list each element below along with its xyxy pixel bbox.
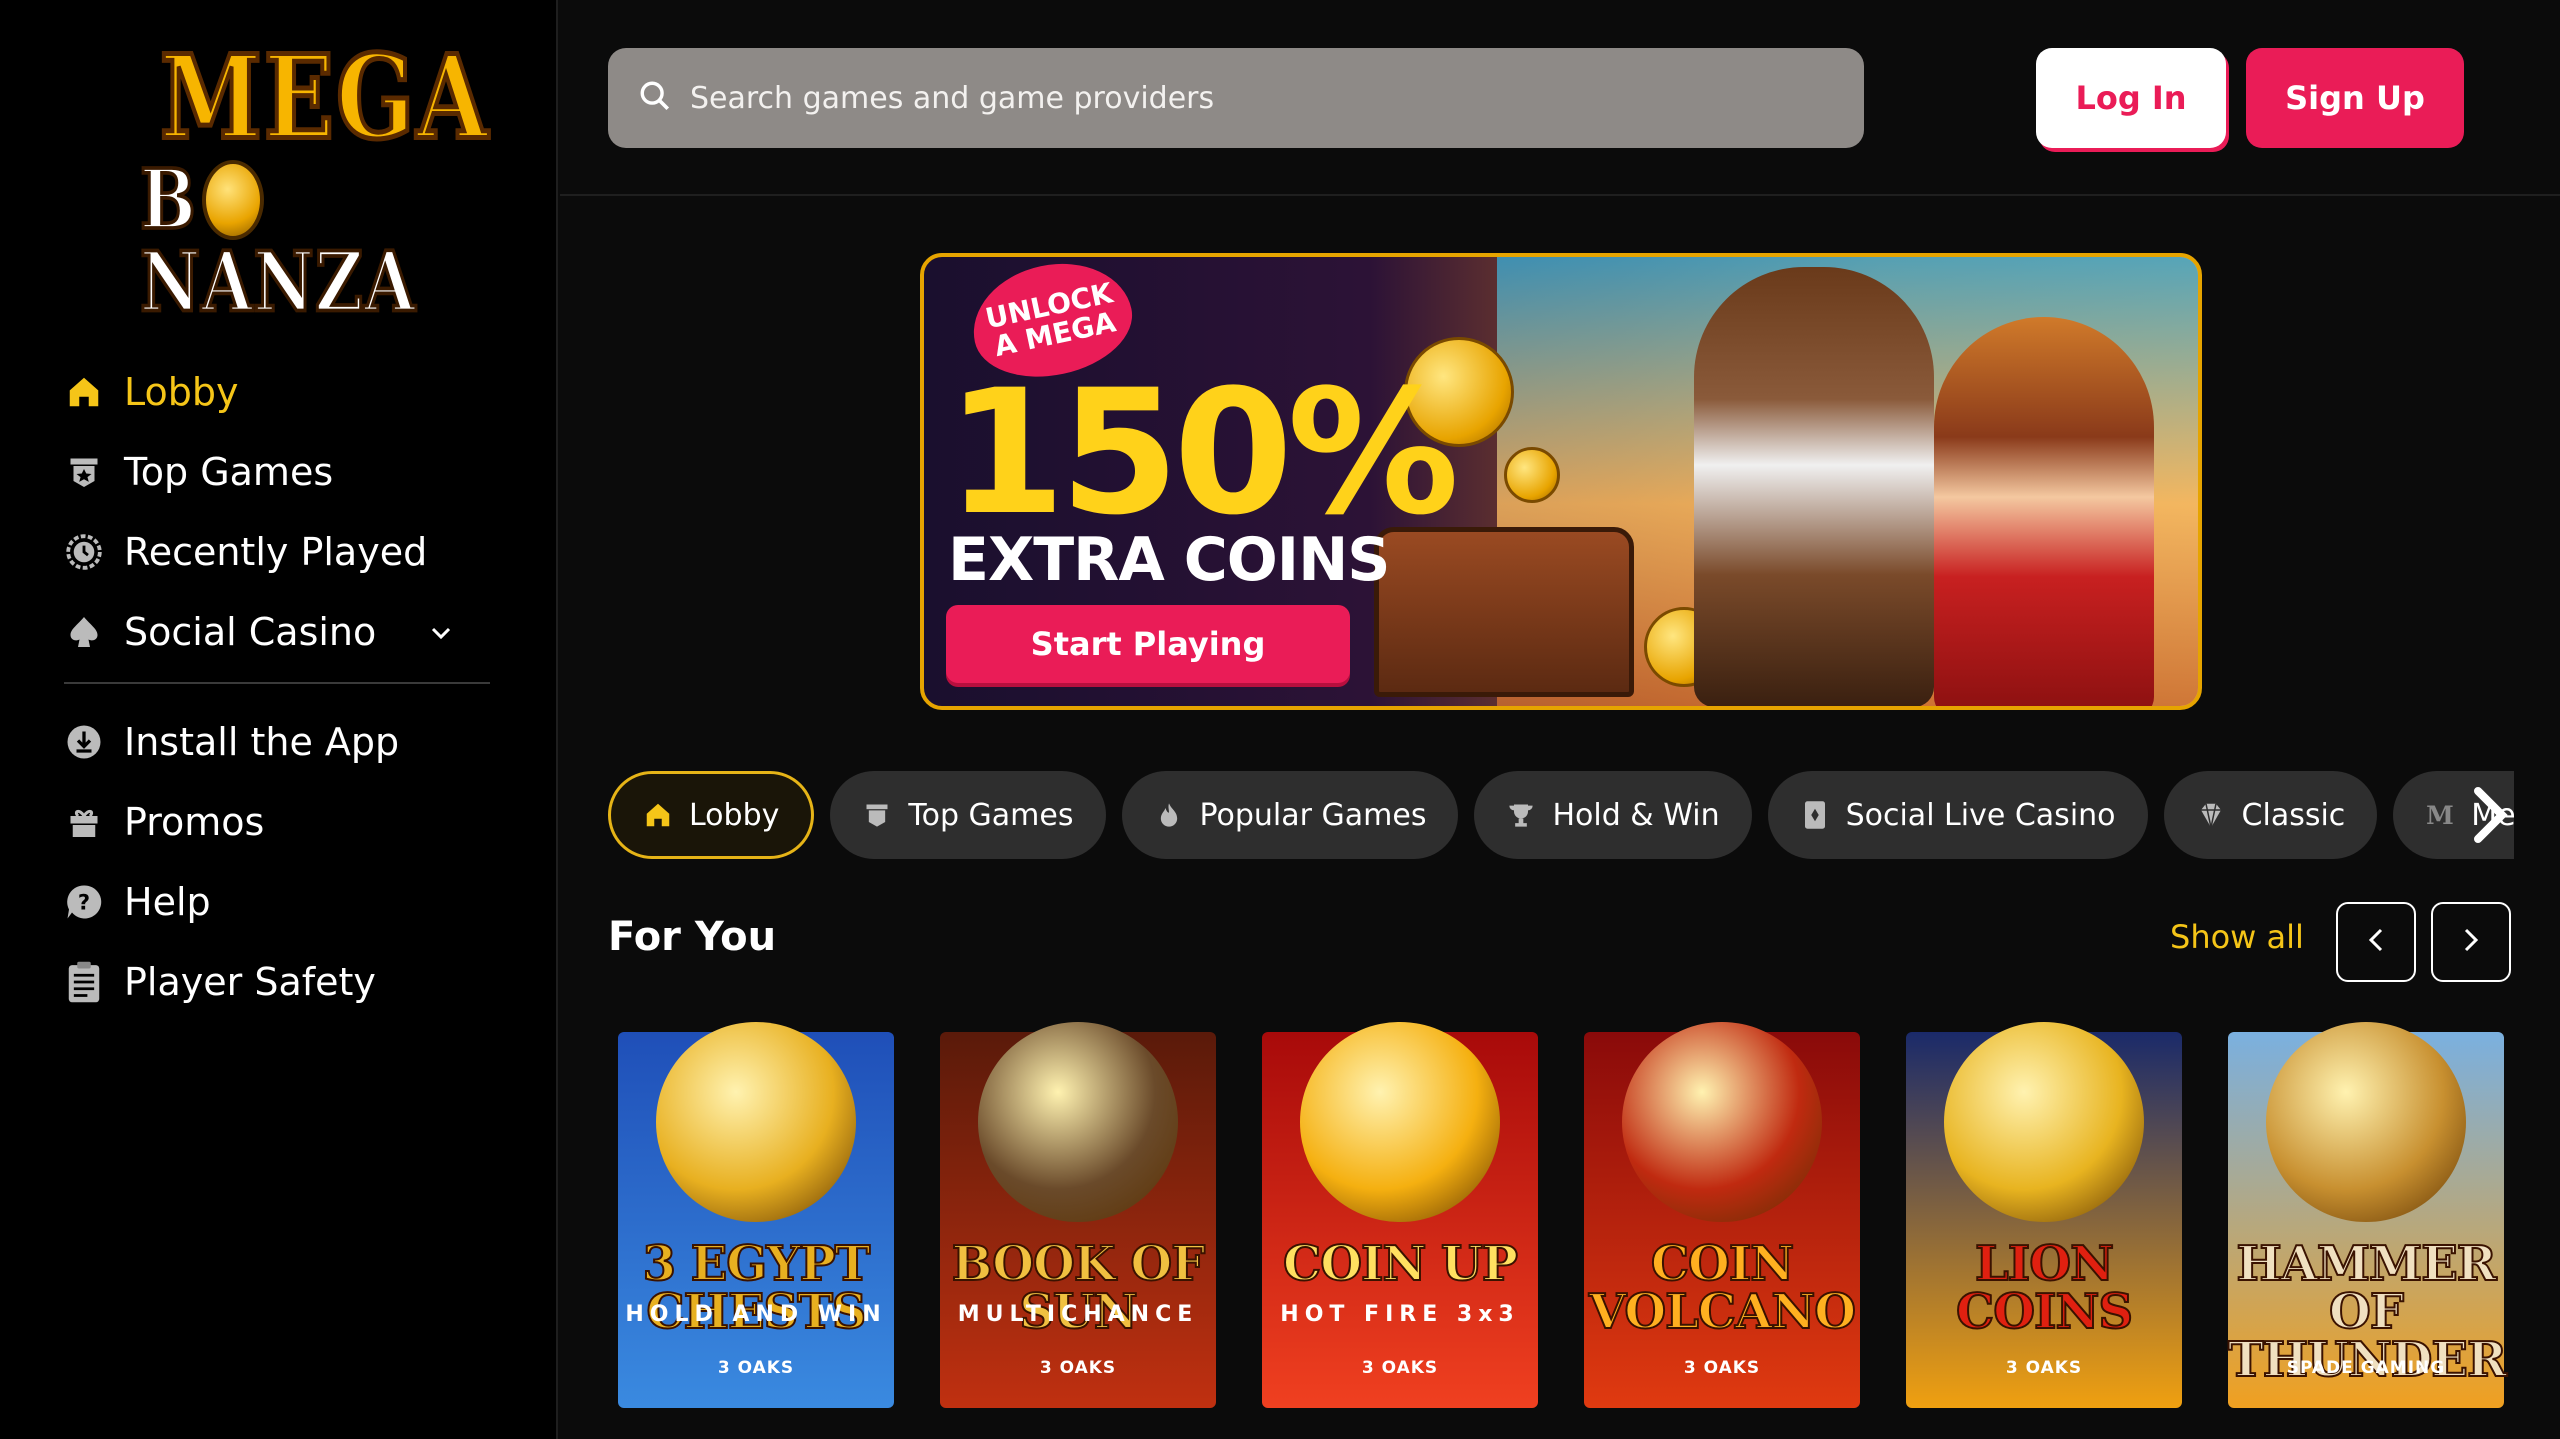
game-art-image bbox=[1944, 1022, 2144, 1222]
banner-headline: 150% bbox=[946, 352, 1459, 553]
sidebar-item-promos[interactable]: Promos bbox=[64, 782, 492, 862]
chevron-down-icon[interactable] bbox=[430, 617, 452, 647]
sidebar-item-top-games[interactable]: Top Games bbox=[64, 432, 492, 512]
mega-bonanza-logo[interactable]: MEGA B NANZA bbox=[139, 38, 490, 325]
svg-text:M: M bbox=[2426, 802, 2454, 828]
game-art-image bbox=[1622, 1022, 1822, 1222]
diamond-icon bbox=[2196, 800, 2226, 830]
carousel-next-button[interactable] bbox=[2431, 902, 2511, 982]
carousel-prev-button[interactable] bbox=[2336, 902, 2416, 982]
m-icon: M bbox=[2425, 800, 2455, 830]
sidebar-nav: Lobby Top Games Recently Played Social C… bbox=[64, 352, 492, 1022]
trophy-icon bbox=[1506, 800, 1536, 830]
sidebar-item-recently-played[interactable]: Recently Played bbox=[64, 512, 492, 592]
game-provider: 3 OAKS bbox=[717, 1358, 795, 1378]
download-icon bbox=[64, 722, 104, 762]
category-chips: Lobby Top Games Popular Games Hold & Win… bbox=[608, 771, 2514, 861]
sidebar-item-label: Player Safety bbox=[124, 960, 376, 1004]
game-subtitle: MULTICHANCE bbox=[957, 1302, 1199, 1327]
sidebar-item-label: Lobby bbox=[124, 370, 239, 414]
logo-line1: MEGA bbox=[158, 30, 490, 165]
game-art-image bbox=[2266, 1022, 2466, 1222]
clipboard-icon bbox=[64, 961, 104, 1003]
sidebar-item-player-safety[interactable]: Player Safety bbox=[64, 942, 492, 1022]
chip-popular-games[interactable]: Popular Games bbox=[1121, 771, 1459, 859]
home-icon bbox=[64, 372, 104, 412]
cowboy-character-image bbox=[1694, 267, 1934, 706]
chevron-right-icon bbox=[2461, 926, 2481, 958]
game-art-image bbox=[656, 1022, 856, 1222]
cowgirl-character-image bbox=[1934, 317, 2154, 706]
chips-scroll-right-icon[interactable] bbox=[2460, 780, 2520, 850]
game-card[interactable]: COIN UP HOT FIRE 3x3 3 OAKS bbox=[1262, 1022, 1538, 1408]
sidebar-item-social-casino[interactable]: Social Casino bbox=[64, 592, 492, 672]
chip-classic[interactable]: Classic bbox=[2163, 771, 2378, 859]
chip-label: Top Games bbox=[908, 797, 1074, 833]
games-carousel: 3 EGYPT CHESTS HOLD AND WIN 3 OAKS BOOK … bbox=[618, 1010, 2518, 1410]
chip-hold-win[interactable]: Hold & Win bbox=[1474, 771, 1752, 859]
chip-lobby[interactable]: Lobby bbox=[608, 771, 815, 859]
game-card[interactable]: LION COINS 3 OAKS bbox=[1906, 1022, 2182, 1408]
svg-text:?: ? bbox=[78, 891, 90, 915]
chip-label: Popular Games bbox=[1199, 797, 1427, 833]
logo-line2: B NANZA bbox=[139, 150, 417, 331]
sidebar-item-label: Social Casino bbox=[124, 610, 377, 654]
sidebar-item-label: Recently Played bbox=[124, 530, 428, 574]
show-all-link[interactable]: Show all bbox=[2170, 918, 2304, 956]
sidebar-item-lobby[interactable]: Lobby bbox=[64, 352, 492, 432]
sidebar: MEGA B NANZA Lobby Top Games Recently Pl… bbox=[0, 0, 558, 1439]
game-card[interactable]: HAMMER OF THUNDER SPADE GAMING bbox=[2227, 1022, 2508, 1408]
search-icon bbox=[638, 79, 672, 117]
game-provider: 3 OAKS bbox=[1039, 1358, 1117, 1378]
promo-banner[interactable]: UNLOCK A MEGA 150% EXTRA COINS Start Pla… bbox=[920, 253, 2202, 710]
game-title: COIN UP bbox=[1282, 1236, 1519, 1292]
game-art-image bbox=[1300, 1022, 1500, 1222]
gift-icon bbox=[64, 802, 104, 842]
game-subtitle: HOLD AND WIN bbox=[625, 1302, 887, 1327]
top-games-icon bbox=[64, 452, 104, 492]
start-playing-button[interactable]: Start Playing bbox=[946, 605, 1350, 683]
sidebar-item-label: Top Games bbox=[124, 450, 334, 494]
game-title: LION COINS bbox=[1955, 1236, 2134, 1340]
help-icon: ? bbox=[64, 882, 104, 922]
signup-button[interactable]: Sign Up bbox=[2246, 48, 2464, 148]
game-art-image bbox=[978, 1022, 1178, 1222]
sidebar-item-label: Help bbox=[124, 880, 211, 924]
chip-label: Social Live Casino bbox=[1845, 797, 2116, 833]
sidebar-item-label: Install the App bbox=[124, 720, 400, 764]
top-games-icon bbox=[862, 800, 892, 830]
game-title: COIN VOLCANO bbox=[1588, 1236, 1857, 1340]
login-button[interactable]: Log In bbox=[2036, 48, 2226, 148]
chip-label: Hold & Win bbox=[1552, 797, 1720, 833]
search-input[interactable] bbox=[690, 80, 1790, 116]
spade-icon bbox=[64, 612, 104, 652]
home-icon bbox=[643, 800, 673, 830]
game-subtitle: HOT FIRE 3x3 bbox=[1280, 1302, 1520, 1327]
game-provider: 3 OAKS bbox=[2005, 1358, 2083, 1378]
chip-label: Classic bbox=[2241, 797, 2346, 833]
chip-social-live-casino[interactable]: Social Live Casino bbox=[1767, 771, 2148, 859]
chip-label: Lobby bbox=[689, 797, 780, 833]
coin-icon bbox=[202, 160, 264, 240]
chevron-left-icon bbox=[2366, 926, 2386, 958]
top-header: Log In Sign Up bbox=[560, 0, 2560, 196]
sidebar-item-label: Promos bbox=[124, 800, 265, 844]
gold-coin-image bbox=[1504, 447, 1560, 503]
game-provider: SPADE GAMING bbox=[2286, 1358, 2446, 1378]
game-card[interactable]: COIN VOLCANO 3 OAKS bbox=[1584, 1022, 1860, 1408]
nav-divider bbox=[64, 682, 490, 684]
game-card[interactable]: 3 EGYPT CHESTS HOLD AND WIN 3 OAKS bbox=[618, 1022, 894, 1408]
banner-subline: EXTRA COINS bbox=[948, 525, 1390, 595]
sidebar-item-install-app[interactable]: Install the App bbox=[64, 702, 492, 782]
search-bar[interactable] bbox=[608, 48, 1864, 148]
game-card[interactable]: BOOK OF SUN MULTICHANCE 3 OAKS bbox=[940, 1022, 1216, 1408]
clock-icon bbox=[64, 532, 104, 572]
chip-top-games[interactable]: Top Games bbox=[830, 771, 1106, 859]
sidebar-item-help[interactable]: ? Help bbox=[64, 862, 492, 942]
card-icon bbox=[1800, 800, 1830, 830]
section-title: For You bbox=[608, 914, 777, 960]
game-provider: 3 OAKS bbox=[1683, 1358, 1761, 1378]
game-provider: 3 OAKS bbox=[1361, 1358, 1439, 1378]
flame-icon bbox=[1154, 800, 1184, 830]
